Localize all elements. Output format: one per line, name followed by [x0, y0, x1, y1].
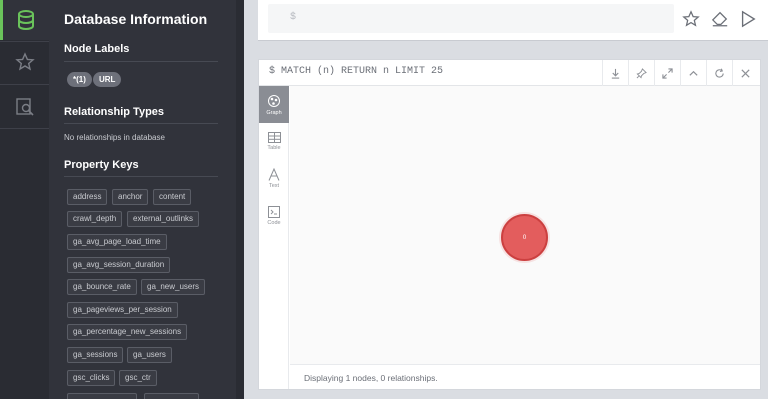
node-label-chip-all[interactable]: *(1): [67, 72, 92, 87]
graph-node-caption: 0: [522, 234, 527, 241]
favorite-star-icon: [682, 10, 700, 27]
tab-code[interactable]: Code: [259, 197, 289, 234]
pin-icon: [636, 67, 647, 79]
tab-graph[interactable]: Graph: [259, 86, 289, 123]
node-label-chip-url[interactable]: URL: [93, 72, 122, 87]
property-key-chip[interactable]: gsc_ctr: [119, 370, 157, 386]
property-key-chip[interactable]: anchor: [112, 189, 149, 205]
pin-button[interactable]: [628, 60, 654, 86]
property-key-chip[interactable]: ga_new_users: [141, 279, 206, 295]
code-icon: [268, 205, 280, 218]
graph-canvas[interactable]: 0: [290, 86, 760, 364]
tab-code-label: Code: [267, 219, 281, 226]
no-relationships-text: No relationships in database: [64, 133, 165, 142]
export-button[interactable]: [602, 60, 628, 86]
collapse-button[interactable]: [680, 60, 706, 86]
query-editor-input[interactable]: $: [268, 4, 674, 33]
favorite-query-button[interactable]: [680, 8, 702, 30]
eraser-icon: [711, 11, 728, 27]
property-key-chip-partial[interactable]: [67, 393, 137, 399]
run-query-button[interactable]: [737, 8, 759, 30]
text-icon: [268, 168, 280, 181]
graph-node[interactable]: 0: [501, 214, 548, 261]
graph-icon: [268, 94, 280, 107]
rerun-button[interactable]: [706, 60, 732, 86]
rail-divider: [0, 128, 49, 129]
search-icon: [15, 98, 34, 116]
property-key-chip[interactable]: gsc_clicks: [67, 370, 116, 386]
section-divider: [64, 61, 218, 62]
database-icon: [18, 10, 34, 31]
rerun-icon: [715, 68, 724, 78]
status-bar: Displaying 1 nodes, 0 relationships.: [290, 364, 760, 389]
download-icon: [611, 68, 620, 79]
table-icon: [267, 132, 281, 143]
collapse-icon: [689, 70, 698, 76]
frame-command[interactable]: $ MATCH (n) RETURN n LIMIT 25: [269, 66, 443, 77]
property-key-chip-partial[interactable]: [144, 393, 199, 399]
icon-rail: [0, 0, 49, 399]
close-frame-button[interactable]: [732, 60, 758, 86]
documents-tab[interactable]: [0, 87, 49, 127]
star-icon: [14, 52, 35, 71]
rail-divider: [0, 84, 49, 85]
drawer-scrollbar[interactable]: [236, 0, 244, 399]
query-editor-bar: $: [258, 0, 768, 41]
property-key-chip[interactable]: ga_avg_page_load_time: [67, 234, 167, 250]
status-text: Displaying 1 nodes, 0 relationships.: [304, 373, 438, 383]
property-key-chip[interactable]: ga_bounce_rate: [67, 279, 137, 295]
tab-text[interactable]: Text: [259, 160, 289, 197]
property-key-chip[interactable]: external_outlinks: [127, 211, 200, 227]
tab-table-label: Table: [267, 145, 281, 151]
expand-icon: [662, 67, 673, 79]
database-info-tab[interactable]: [0, 0, 49, 40]
close-icon: [741, 68, 750, 78]
clear-editor-button[interactable]: [709, 8, 731, 30]
property-key-chip[interactable]: address: [67, 189, 108, 205]
play-icon: [741, 10, 756, 28]
tab-text-label: Text: [268, 183, 280, 189]
section-divider: [64, 176, 218, 177]
fullscreen-button[interactable]: [654, 60, 680, 86]
section-divider: [64, 123, 218, 124]
property-key-chip[interactable]: ga_pageviews_per_session: [67, 302, 178, 318]
property-key-chip[interactable]: ga_sessions: [67, 347, 124, 363]
drawer-title: Database Information: [64, 11, 208, 27]
property-key-chip[interactable]: ga_percentage_new_sessions: [67, 324, 188, 340]
result-frame: $ MATCH (n) RETURN n LIMIT 25 Graph Tabl…: [258, 59, 761, 390]
view-tabs: Graph Table Text Code: [259, 86, 289, 389]
frame-header: $ MATCH (n) RETURN n LIMIT 25: [259, 60, 760, 86]
favorites-tab[interactable]: [0, 42, 49, 82]
tab-graph-label: Graph: [266, 109, 282, 116]
editor-prompt: $: [290, 12, 297, 23]
property-key-chip[interactable]: ga_users: [127, 347, 172, 363]
relationship-types-heading: Relationship Types: [64, 106, 165, 118]
property-key-chip[interactable]: crawl_depth: [67, 211, 123, 227]
property-keys-heading: Property Keys: [64, 159, 139, 171]
property-key-chip[interactable]: ga_avg_session_duration: [67, 257, 171, 273]
node-labels-heading: Node Labels: [64, 43, 130, 55]
tab-table[interactable]: Table: [259, 123, 289, 160]
property-key-chip[interactable]: content: [153, 189, 192, 205]
database-info-drawer: Database Information Node Labels *(1) UR…: [49, 0, 236, 399]
